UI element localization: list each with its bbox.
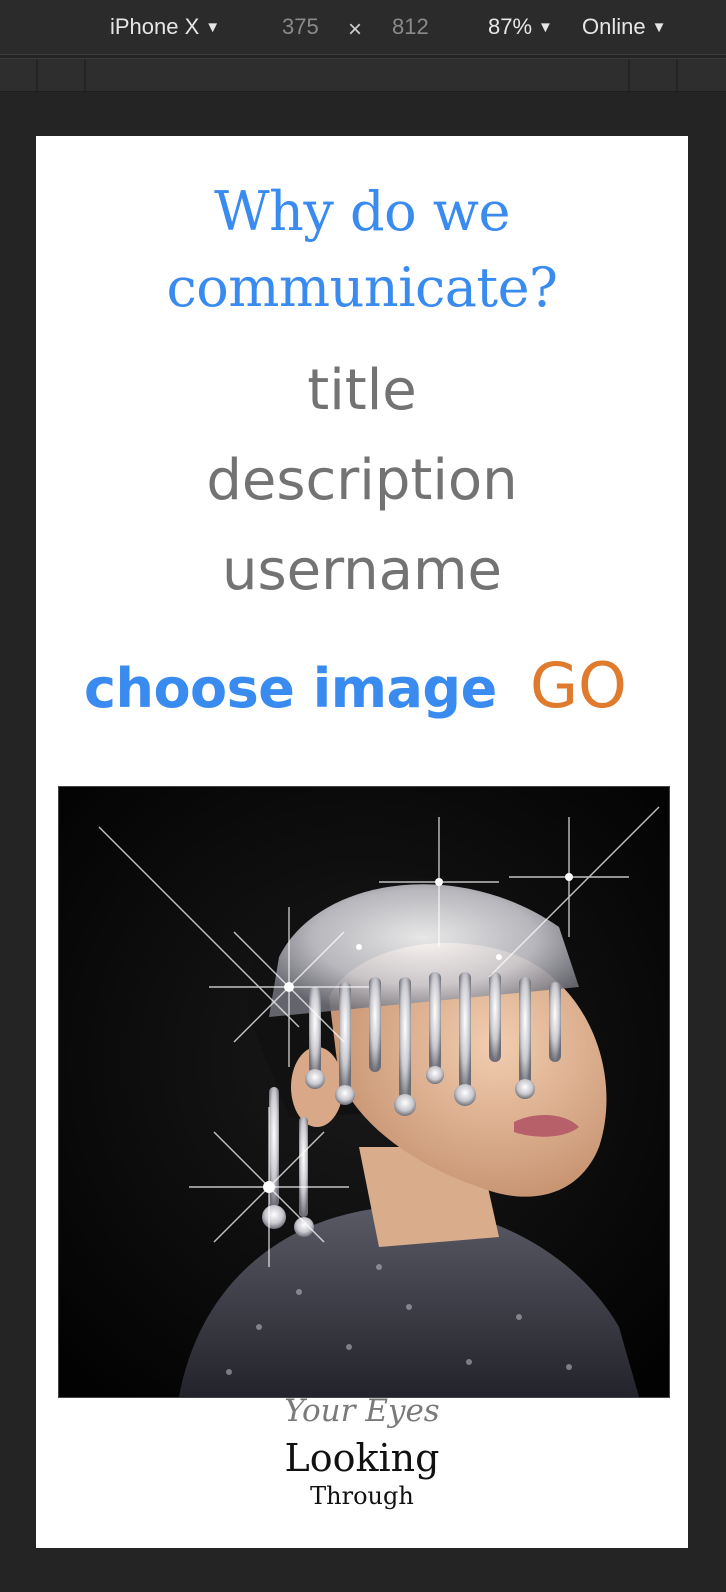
title-field[interactable]: title (36, 356, 688, 426)
zoom-select[interactable]: 87% ▼ (488, 13, 553, 44)
height-input[interactable]: 812 (392, 13, 429, 41)
ruler-segment[interactable] (86, 59, 630, 91)
choose-image-button[interactable]: choose image (84, 654, 497, 724)
device-toolbar: iPhone X ▼ 375 × 812 87% ▼ Online ▼ (0, 0, 726, 55)
phone-viewport: Why do we communicate? title description… (36, 136, 688, 1548)
username-field[interactable]: username (36, 536, 688, 606)
portrait-photo (58, 786, 670, 1398)
caption-title: Looking (284, 1436, 440, 1480)
description-field[interactable]: description (36, 446, 688, 516)
width-input[interactable]: 375 (282, 13, 319, 41)
go-button[interactable]: GO (530, 648, 627, 724)
caption-subtitle: Through (310, 1482, 414, 1510)
portrait-image (59, 787, 669, 1397)
media-query-bar[interactable] (0, 58, 726, 92)
chevron-down-icon: ▼ (538, 19, 553, 36)
ruler-segment[interactable] (38, 59, 86, 91)
chevron-down-icon: ▼ (205, 19, 221, 36)
network-label: Online (582, 14, 646, 39)
ruler-segment[interactable] (0, 59, 38, 91)
network-select[interactable]: Online ▼ (582, 13, 666, 44)
ruler-segment[interactable] (630, 59, 678, 91)
device-select[interactable]: iPhone X ▼ (110, 13, 220, 44)
chevron-down-icon: ▼ (651, 19, 667, 36)
page-title: Why do we communicate? (166, 180, 558, 319)
times-icon: × (348, 16, 363, 43)
zoom-label: 87% (488, 14, 533, 39)
device-label: iPhone X (110, 14, 200, 39)
caption-italic: Your Eyes (284, 1393, 440, 1429)
